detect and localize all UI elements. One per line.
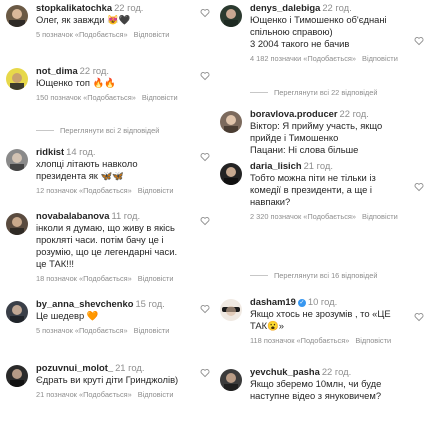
like-count[interactable]: 5 позначок «Подобається» [36, 30, 128, 39]
timestamp: 21 год. [303, 160, 333, 171]
avatar[interactable] [220, 5, 242, 27]
avatar[interactable] [6, 5, 28, 27]
username[interactable]: stopkalikatochka [36, 2, 112, 13]
right-comments-column: denys_dalebiga 22 год. Ющенко і Тимошенко… [214, 0, 428, 422]
avatar[interactable] [6, 365, 28, 387]
like-count[interactable]: 12 позначок «Подобається» [36, 186, 132, 195]
username[interactable]: daria_lisich [250, 160, 302, 171]
username[interactable]: not_dima [36, 65, 78, 76]
comment-text: Ющенко і Тимошенко об'єднані спільною сп… [250, 14, 387, 49]
like-count[interactable]: 2 320 позначок «Подобається» [250, 212, 356, 221]
divider [36, 130, 54, 131]
divider [250, 92, 268, 93]
comment-text: Ющенко топ 🔥🔥 [36, 77, 116, 88]
like-count[interactable]: 118 позначок «Подобається» [250, 336, 349, 345]
like-count[interactable]: 4 182 позначки «Подобається» [250, 54, 356, 63]
view-replies-link[interactable]: Переглянути всі 2 відповідей [36, 126, 159, 135]
avatar[interactable] [220, 163, 242, 185]
timestamp: 15 год. [135, 298, 165, 309]
comment-text: Єдрать ви круті діти Гриндж​олів) [36, 374, 179, 385]
like-heart-icon[interactable] [200, 304, 210, 314]
username[interactable]: yevchuk_pasha [250, 366, 320, 377]
avatar[interactable] [6, 213, 28, 235]
username[interactable]: novabalabanova [36, 210, 109, 221]
like-count[interactable]: 21 позначок «Подобається» [36, 390, 132, 399]
reply-link[interactable]: Відповісти [362, 54, 398, 63]
view-replies-link[interactable]: Переглянути всі 16 відповідей [250, 271, 377, 280]
like-heart-icon[interactable] [200, 8, 210, 18]
timestamp: 10 год. [307, 296, 338, 307]
timestamp: 21 год. [115, 362, 145, 373]
comment-text: хлопці літають навколо президента як 🦋🦋 [36, 158, 138, 181]
username[interactable]: pozuvnui_molot_ [36, 362, 113, 373]
like-count[interactable]: 150 позначок «Подобається» [36, 93, 136, 102]
avatar[interactable] [220, 299, 242, 321]
reply-link[interactable]: Відповісти [134, 30, 170, 39]
like-count[interactable]: 5 позначок «Подобається» [36, 326, 128, 335]
reply-link[interactable]: Відповісти [134, 326, 170, 335]
verified-badge-icon: ✓ [297, 299, 306, 307]
timestamp: 22 год. [322, 2, 352, 13]
username[interactable]: by_anna_shevchenko [36, 298, 133, 309]
timestamp: 22 год. [339, 108, 369, 119]
timestamp: 22 год. [321, 366, 352, 377]
comment-text: Це шедевр 🧡 [36, 310, 99, 321]
divider [250, 275, 268, 276]
like-heart-icon[interactable] [414, 182, 424, 192]
comment-text: інколи я думаю, що живу в якісь прокляті… [36, 222, 178, 269]
timestamp: 22 год. [114, 2, 144, 13]
comment-text: Віктор: Я прийму участь, якщо прийде і Т… [250, 120, 383, 155]
reply-link[interactable]: Відповісти [362, 212, 398, 221]
like-heart-icon[interactable] [414, 312, 424, 322]
comment-text: Якщо зберемо 10млн, чи буде наступне від… [250, 378, 382, 401]
avatar[interactable] [6, 301, 28, 323]
username[interactable]: ridkist [36, 146, 64, 157]
reply-link[interactable]: Відповісти [138, 390, 174, 399]
comment-text: Якщо хтось не зрозумів , то «ЦЕ ТАК😮» [250, 308, 391, 331]
avatar[interactable] [220, 369, 242, 391]
comment-text: Олег, як завжди 😻🖤 [36, 14, 131, 25]
like-heart-icon[interactable] [200, 152, 210, 162]
username[interactable]: boravlova.producer [250, 108, 338, 119]
avatar[interactable] [6, 68, 28, 90]
left-comments-column: stopkalikatochka 22 год. Олег, як завжди … [0, 0, 214, 422]
like-heart-icon[interactable] [200, 71, 210, 81]
timestamp: 11 год. [111, 210, 141, 221]
reply-link[interactable]: Відповісти [138, 186, 174, 195]
reply-link[interactable]: Відповісти [142, 93, 178, 102]
like-heart-icon[interactable] [414, 36, 424, 46]
timestamp: 22 год. [79, 65, 110, 76]
avatar[interactable] [220, 111, 242, 133]
view-replies-link[interactable]: Переглянути всі 22 відповідей [250, 88, 377, 97]
avatar[interactable] [6, 149, 28, 171]
reply-link[interactable]: Відповісти [138, 274, 174, 283]
username[interactable]: dasham19 [250, 296, 296, 307]
timestamp: 14 год. [66, 146, 96, 157]
like-heart-icon[interactable] [200, 368, 210, 378]
like-heart-icon[interactable] [200, 216, 210, 226]
reply-link[interactable]: Відповісти [355, 336, 391, 345]
comment-text: Тобто можна піти не тільки із комедії в … [250, 172, 376, 207]
username[interactable]: denys_dalebiga [250, 2, 320, 13]
like-count[interactable]: 18 позначок «Подобається» [36, 274, 132, 283]
